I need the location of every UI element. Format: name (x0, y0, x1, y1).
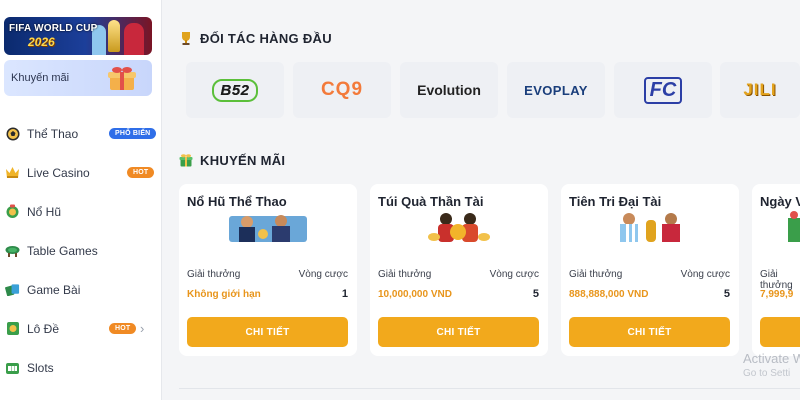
promo-card: Tiên Tri Đại Tài Giải thưởng Vòng cược 8… (561, 184, 739, 356)
sports-players-image (229, 215, 307, 242)
activation-watermark-sub: Go to Setti (743, 368, 791, 379)
sidebar-item-label: Table Games (27, 244, 98, 258)
promo-card-title: Túi Quà Thần Tài (378, 194, 484, 209)
wager-value: 5 (532, 288, 539, 300)
partner-jili[interactable]: JILI (720, 62, 800, 118)
cards-icon (5, 282, 20, 297)
prize-label: Giải thưởng (187, 269, 241, 280)
wager-label: Vòng cược (680, 269, 730, 280)
sidebar-item-lo-de[interactable]: Lô Đề HOT › (0, 310, 161, 346)
sidebar-item-label: Game Bài (27, 283, 81, 297)
sidebar-item-the-thao[interactable]: Thể Thao PHỔ BIẾN (0, 115, 161, 151)
partner-fc[interactable]: FC (614, 62, 712, 118)
detail-button[interactable]: CHI TIẾT (569, 317, 730, 347)
sidebar-item-game-bai[interactable]: Game Bài (0, 271, 161, 307)
promo-card-title: Nổ Hũ Thể Thao (187, 194, 287, 209)
partner-logo-fc: FC (643, 76, 683, 104)
partner-logo-evoplay: EVOPLAY (524, 82, 588, 98)
popular-badge: PHỔ BIẾN (109, 128, 157, 139)
prize-label: Giải thưởng (760, 269, 793, 291)
sidebar: FIFA WORLD CUP 2026 Khuyến mãi Thể Thao … (0, 0, 162, 400)
banner-year: 2026 (28, 35, 55, 49)
wager-label: Vòng cược (298, 269, 348, 280)
player-figure-right (124, 23, 144, 55)
lottery-icon (5, 321, 20, 336)
partner-evolution[interactable]: Evolution (400, 62, 498, 118)
slot-icon (5, 360, 20, 375)
partner-evoplay[interactable]: EVOPLAY (507, 62, 605, 118)
section-divider (179, 388, 800, 389)
promo-card: Nổ Hũ Thể Thao Giải thưởng Vòng cược Khô… (179, 184, 357, 356)
promotions-title: KHUYẾN MÃI (200, 153, 286, 168)
promo-card-partial: Ngày V Giải thưởng 7,999,9 (752, 184, 800, 356)
wager-label: Vòng cược (489, 269, 539, 280)
gift-box-icon (108, 67, 136, 90)
sidebar-item-label: Slots (27, 361, 54, 375)
prize-value: Không giới hạn (187, 289, 261, 300)
promo-card: Túi Quà Thần Tài Giải thưởng Vòng cược 1… (370, 184, 548, 356)
gift-icon (179, 154, 193, 167)
chevron-right-icon[interactable]: › (140, 321, 144, 336)
partner-b52[interactable]: B52 (186, 62, 284, 118)
sidebar-promotions-button[interactable]: Khuyến mãi (4, 60, 152, 96)
partner-logo-b52: B52 (212, 78, 258, 102)
promo-label: Khuyến mãi (11, 72, 70, 84)
sidebar-item-label: Lô Đề (27, 322, 60, 336)
prize-label: Giải thưởng (569, 269, 623, 280)
promo-art-image (788, 211, 800, 242)
hot-badge: HOT (109, 323, 137, 334)
hot-badge: HOT (127, 167, 155, 178)
partner-logo-jili: JILI (743, 80, 777, 99)
sidebar-item-label: Thể Thao (27, 127, 79, 141)
main-content: ĐỐI TÁC HÀNG ĐẦU B52 CQ9 Evolution EVOPL… (163, 0, 800, 400)
god-of-wealth-image (428, 213, 490, 242)
world-cup-banner[interactable]: FIFA WORLD CUP 2026 (4, 17, 152, 55)
detail-button[interactable]: CHI TIẾT (378, 317, 539, 347)
prize-label: Giải thưởng (378, 269, 432, 280)
football-players-image (620, 213, 680, 242)
detail-button[interactable]: CHI TIẾT (187, 317, 348, 347)
soccer-ball-icon (5, 126, 20, 141)
prize-value: 7,999,9 (760, 289, 794, 300)
wager-value: 5 (723, 288, 730, 300)
partners-title: ĐỐI TÁC HÀNG ĐẦU (200, 31, 332, 46)
partner-logo-evolution: Evolution (417, 82, 481, 98)
promo-card-title: Ngày V (760, 194, 800, 209)
sidebar-item-slots[interactable]: Slots (0, 349, 161, 385)
partner-cq9[interactable]: CQ9 (293, 62, 391, 118)
activation-watermark: Activate Wi (743, 351, 800, 366)
sidebar-item-no-hu[interactable]: Nổ Hũ (0, 193, 161, 229)
sidebar-item-live-casino[interactable]: Live Casino HOT (0, 154, 161, 190)
promo-card-title: Tiên Tri Đại Tài (569, 194, 662, 209)
jackpot-icon (5, 204, 20, 219)
prize-value: 10,000,000 VND (378, 289, 452, 300)
sidebar-item-table-games[interactable]: Table Games (0, 232, 161, 268)
trophy-icon (182, 32, 190, 45)
sidebar-item-label: Nổ Hũ (27, 205, 62, 219)
table-icon (5, 243, 20, 258)
sidebar-item-label: Live Casino (27, 166, 90, 180)
prize-value: 888,888,000 VND (569, 289, 649, 300)
wager-value: 1 (341, 288, 348, 300)
crown-icon (5, 165, 20, 180)
partner-logo-cq9: CQ9 (320, 79, 364, 100)
detail-button[interactable] (760, 317, 800, 347)
trophy-icon (108, 20, 120, 52)
banner-title: FIFA WORLD CUP (9, 23, 98, 34)
